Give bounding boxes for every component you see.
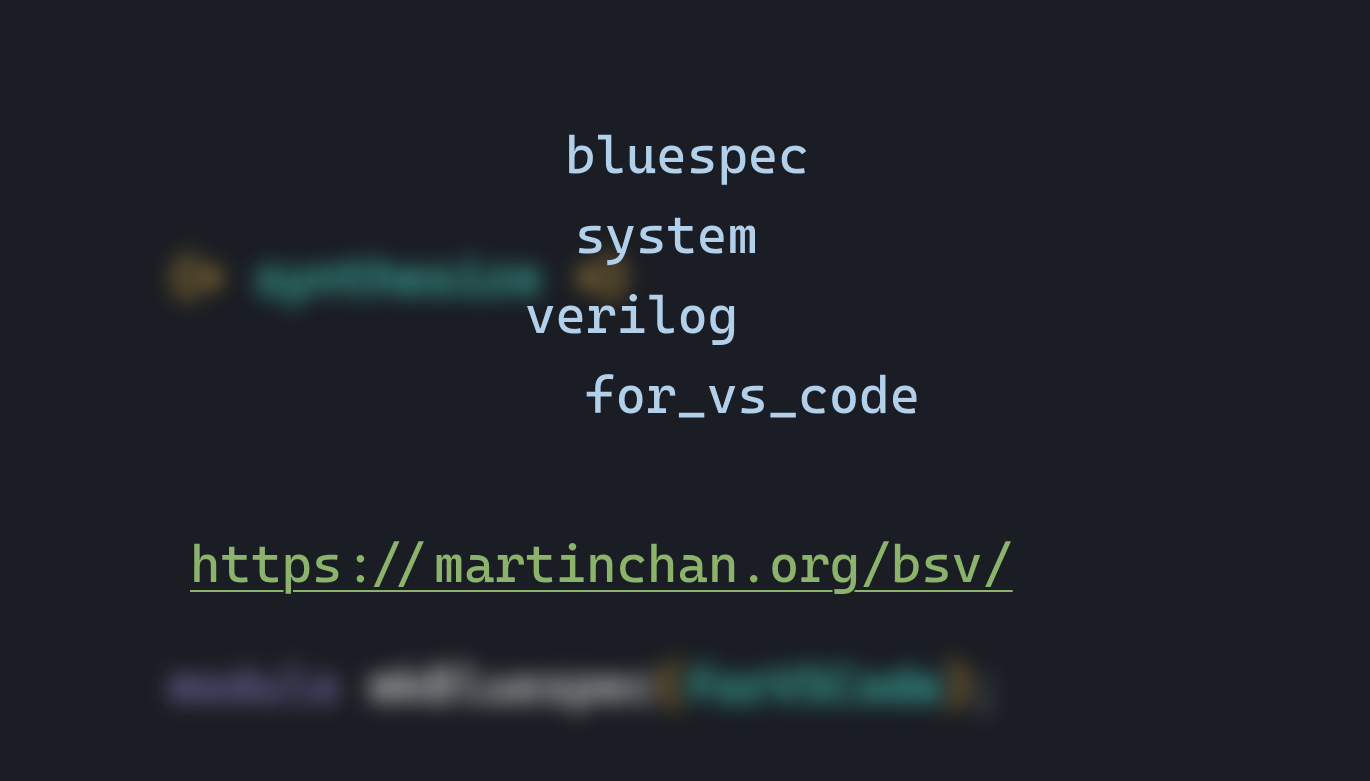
project-url-link[interactable]: https://martinchan.org/bsv/ xyxy=(190,535,1013,595)
title-line-2: system xyxy=(575,206,758,266)
title-line-1: bluespec xyxy=(565,126,809,186)
title-line-4: for_vs_code xyxy=(585,366,920,426)
overlay: bluespec system verilog for_vs_code http… xyxy=(0,0,1370,781)
background-code-blurred: (* synthesize *) module mkBluespec(forVS… xyxy=(0,0,1370,781)
title-card: (* synthesize *) module mkBluespec(forVS… xyxy=(0,0,1370,781)
title-line-3: verilog xyxy=(525,286,738,346)
